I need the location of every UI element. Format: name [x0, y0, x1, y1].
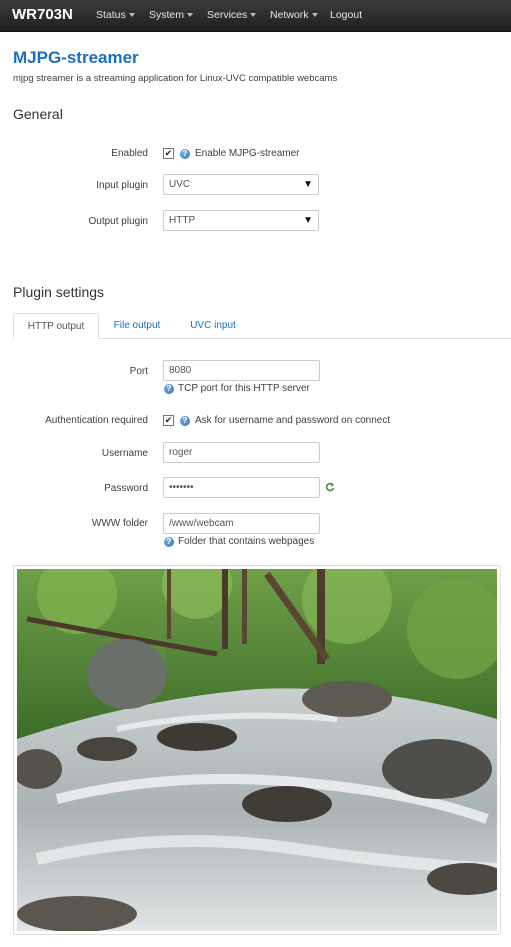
- nav-services[interactable]: Services: [207, 9, 257, 21]
- chevron-down-icon: [311, 13, 318, 18]
- www-folder-input[interactable]: [163, 513, 320, 534]
- tab-uvc-input[interactable]: UVC input: [178, 313, 248, 339]
- password-input[interactable]: [163, 477, 320, 498]
- webcam-stream-image: [17, 569, 497, 931]
- port-input[interactable]: [163, 360, 320, 381]
- nav-network[interactable]: Network: [270, 9, 318, 21]
- enabled-text: Enable MJPG-streamer: [195, 148, 300, 159]
- password-label: Password: [104, 483, 148, 494]
- nav-logout[interactable]: Logout: [330, 9, 362, 21]
- auth-checkbox[interactable]: ✔: [163, 415, 174, 426]
- input-plugin-value: UVC: [169, 179, 191, 190]
- chevron-down-icon: [187, 13, 194, 18]
- refresh-icon[interactable]: [325, 482, 335, 492]
- auth-label: Authentication required: [45, 415, 148, 426]
- question-circle-icon: ?: [180, 416, 190, 426]
- port-label: Port: [129, 366, 148, 377]
- chevron-down-icon: [250, 13, 257, 18]
- nav-system[interactable]: System: [149, 9, 194, 21]
- page-description: mjpg streamer is a streaming application…: [13, 73, 338, 84]
- nav-services-label: Services: [207, 9, 248, 21]
- output-plugin-select[interactable]: HTTP ▼: [163, 210, 319, 231]
- output-plugin-value: HTTP: [169, 215, 196, 226]
- port-help-text: TCP port for this HTTP server: [178, 383, 310, 394]
- input-plugin-select[interactable]: UVC ▼: [163, 174, 319, 195]
- auth-text: Ask for username and password on connect: [195, 415, 391, 426]
- checkmark-icon: ✔: [164, 415, 173, 425]
- section-title-plugin-settings: Plugin settings: [13, 284, 105, 300]
- nav-status-label: Status: [96, 9, 126, 21]
- www-folder-help-text: Folder that contains webpages: [178, 536, 315, 547]
- question-circle-icon: ?: [164, 537, 174, 547]
- tab-file-output[interactable]: File output: [103, 313, 171, 339]
- enabled-checkbox[interactable]: ✔: [163, 148, 174, 159]
- enabled-label: Enabled: [111, 148, 148, 159]
- dropdown-arrow-icon: ▼: [303, 215, 313, 226]
- output-plugin-label: Output plugin: [88, 216, 149, 227]
- username-input[interactable]: [163, 442, 320, 463]
- www-folder-label: WWW folder: [91, 518, 148, 529]
- tab-http-output[interactable]: HTTP output: [13, 313, 99, 339]
- webcam-preview-frame: [13, 565, 501, 935]
- dropdown-arrow-icon: ▼: [303, 179, 313, 190]
- nav-status[interactable]: Status: [96, 9, 135, 21]
- username-label: Username: [101, 448, 148, 459]
- brand-logo[interactable]: WR703N: [12, 6, 73, 23]
- chevron-down-icon: [128, 13, 135, 18]
- question-circle-icon: ?: [164, 384, 174, 394]
- page-title: MJPG-streamer: [13, 48, 139, 67]
- nav-network-label: Network: [270, 9, 309, 21]
- question-circle-icon: ?: [180, 149, 190, 159]
- top-navbar: WR703N Status System Services Network Lo…: [0, 0, 511, 32]
- nav-system-label: System: [149, 9, 185, 21]
- section-title-general: General: [13, 106, 63, 122]
- checkmark-icon: ✔: [164, 148, 173, 158]
- input-plugin-label: Input plugin: [96, 180, 148, 191]
